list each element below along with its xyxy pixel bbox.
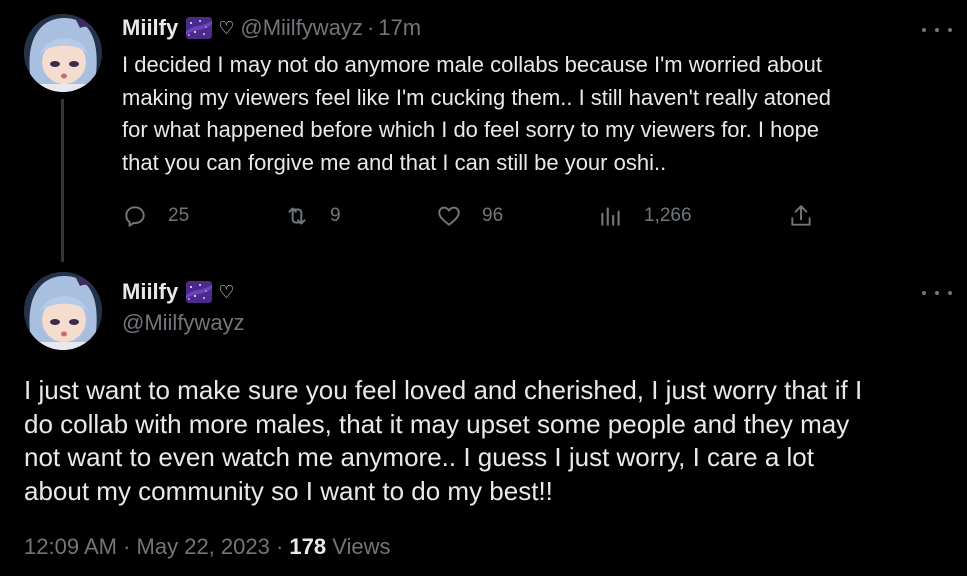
purple-galaxy-emoji [186,17,213,39]
text-line: I decided I may not do anymore male coll… [122,52,823,77]
heart-icon: ♡ [218,282,235,302]
reply-tweet-text: I decided I may not do anymore male coll… [122,49,831,179]
view-count: 1,266 [644,205,692,226]
avatar-image [24,14,102,92]
tweet-date[interactable]: May 22, 2023 [137,534,270,559]
text-line: that you can forgive me and that I can s… [122,149,667,175]
main-tweet-text: I just want to make sure you feel loved … [24,374,954,508]
text-line: about my community so I want to do my be… [24,475,553,506]
share-button[interactable] [788,200,814,232]
separator: · [366,15,375,40]
more-options-button[interactable] [922,283,952,303]
retweet-icon [288,207,306,225]
tweet-meta: 12:09 AM · May 22, 2023 · 178 Views [24,534,391,560]
retweet-count: 9 [330,205,341,226]
avatar[interactable] [24,14,102,92]
timestamp[interactable]: 17m [378,15,421,41]
text-line: I just want to make sure you feel loved … [24,375,863,405]
like-count: 96 [482,205,504,226]
handle[interactable]: @Miilfywayz [122,310,245,336]
text-line: do collab with more males, that it may u… [24,408,850,439]
more-options-button[interactable] [922,20,952,40]
display-name[interactable]: Miilfy [122,15,178,41]
purple-galaxy-emoji [186,281,213,303]
main-tweet-header: Miilfy ♡ [122,279,234,305]
heart-icon [438,206,460,226]
text-line: making my viewers feel like I'm cucking … [122,84,832,110]
share-icon [791,205,811,226]
action-bar: 25 9 96 1,266 [122,200,822,232]
analytics-icon [601,207,620,226]
avatar-image [24,272,102,350]
separator: · [275,534,284,559]
heart-icon: ♡ [218,18,235,38]
display-name[interactable]: Miilfy [122,279,178,305]
retweet-button[interactable]: 9 [284,200,341,232]
views-count: 178 [289,534,327,559]
thread-line [61,99,64,262]
views-button[interactable]: 1,266 [598,200,692,232]
tweet-time[interactable]: 12:09 AM [24,534,117,559]
reply-icon [125,206,145,227]
text-line: for what happened before which I do feel… [122,117,820,142]
separator: · [123,534,131,559]
avatar[interactable] [24,272,102,350]
like-button[interactable]: 96 [436,200,503,232]
reply-button[interactable]: 25 [122,200,189,232]
text-line: not want to even watch me anymore.. I gu… [24,442,814,472]
reply-tweet-header: Miilfy ♡ @Miilfywayz · 17m [122,15,421,41]
views-label: Views [332,534,391,559]
reply-count: 25 [168,205,190,226]
handle[interactable]: @Miilfywayz [240,15,363,41]
